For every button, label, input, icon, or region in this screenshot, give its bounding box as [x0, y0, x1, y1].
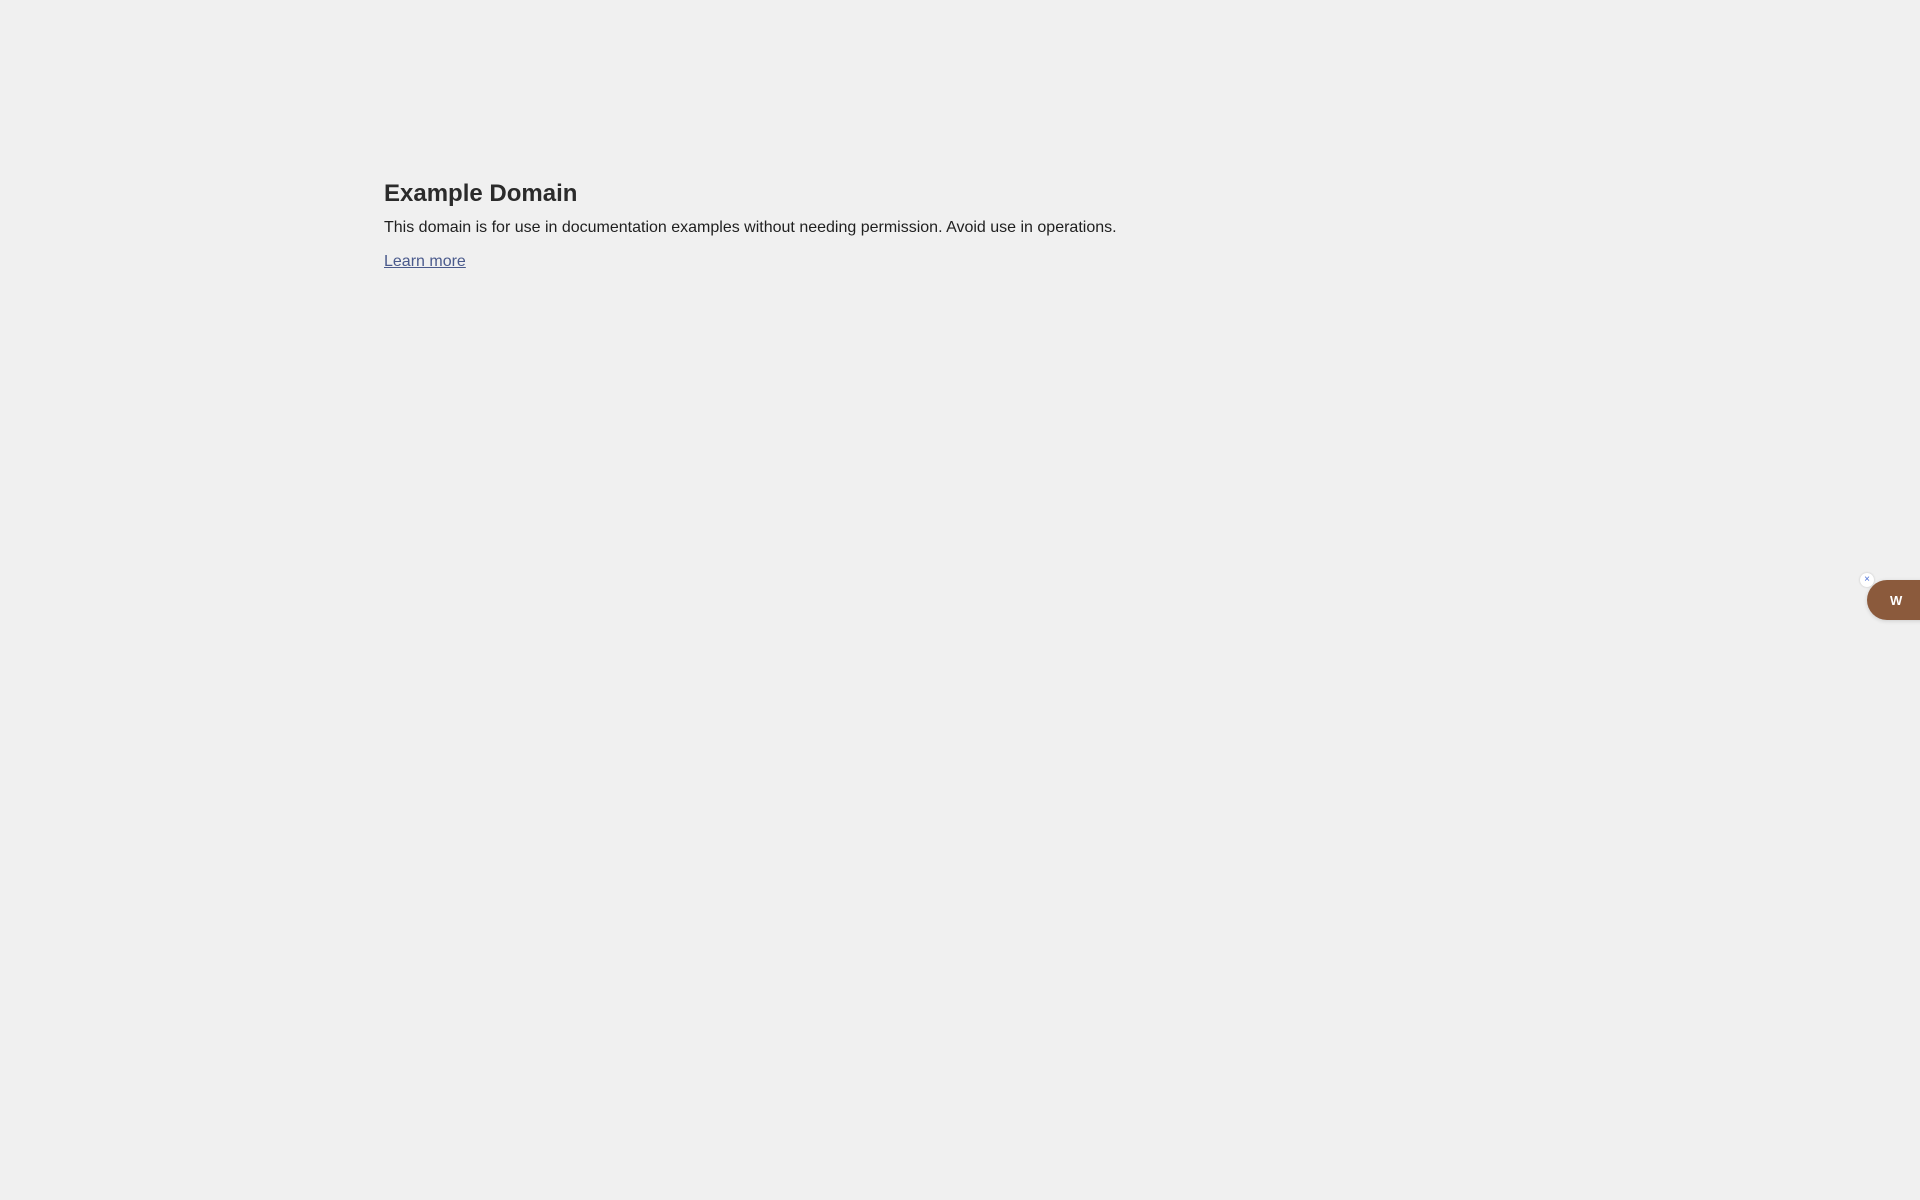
page-title: Example Domain [384, 180, 578, 207]
page-description: This domain is for use in documentation … [384, 219, 1117, 236]
floating-widget-button[interactable]: W [1867, 580, 1920, 620]
close-icon[interactable]: × [1860, 573, 1874, 587]
main-content: Example Domain This domain is for use in… [384, 178, 1536, 274]
learn-more-link[interactable]: Learn more [384, 250, 466, 274]
widget-label: W [1890, 592, 1903, 608]
